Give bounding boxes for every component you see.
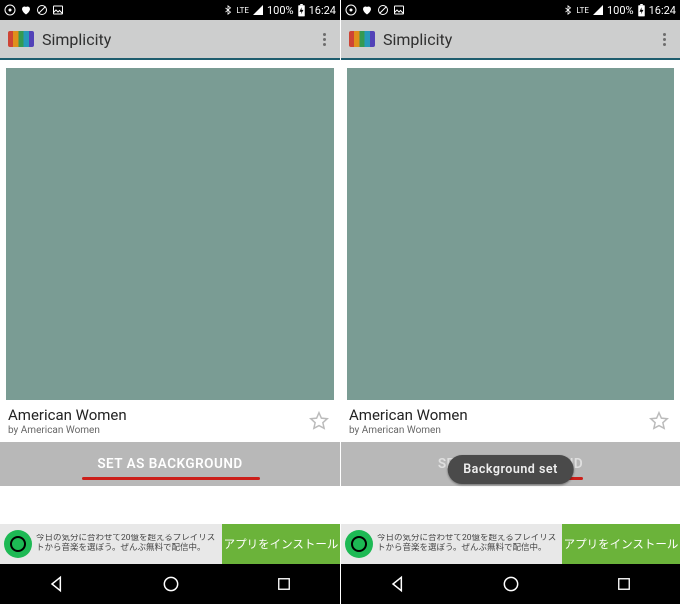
star-outline-icon[interactable] bbox=[648, 410, 670, 432]
status-bar: LTE 100% 16:24 bbox=[0, 0, 340, 20]
set-background-button[interactable]: SET AS BACKGROUND bbox=[0, 442, 340, 486]
lte-label: LTE bbox=[576, 6, 589, 15]
ad-install-button[interactable]: アプリをインストール bbox=[562, 524, 680, 564]
lte-label: LTE bbox=[236, 6, 249, 15]
clock: 16:24 bbox=[309, 4, 336, 17]
no-sign-icon bbox=[377, 4, 389, 16]
wallpaper-title: American Women bbox=[349, 406, 648, 424]
set-background-button[interactable]: SET AS BACKGROUND Background set bbox=[341, 442, 680, 486]
annotation-underline bbox=[82, 477, 260, 480]
spotify-icon bbox=[4, 530, 32, 558]
circle-dot-icon bbox=[4, 4, 16, 16]
ad-text: 今日の気分に合わせて20億を超えるプレイリストから音楽を選ぼう。ぜんぶ無料で配信… bbox=[36, 534, 218, 554]
app-bar: Simplicity bbox=[0, 20, 340, 60]
clock: 16:24 bbox=[649, 4, 676, 17]
signal-icon bbox=[592, 4, 604, 16]
app-logo-icon bbox=[349, 31, 375, 47]
nav-back-icon[interactable] bbox=[47, 574, 67, 594]
set-background-label: SET AS BACKGROUND bbox=[97, 456, 242, 472]
app-bar: Simplicity bbox=[341, 20, 680, 60]
app-title: Simplicity bbox=[383, 30, 452, 49]
heart-icon bbox=[361, 4, 373, 16]
circle-dot-icon bbox=[345, 4, 357, 16]
battery-pct: 100% bbox=[267, 4, 294, 17]
wallpaper-byline: by American Women bbox=[349, 425, 648, 436]
ad-banner[interactable]: 今日の気分に合わせて20億を超えるプレイリストから音楽を選ぼう。ぜんぶ無料で配信… bbox=[0, 524, 340, 564]
heart-icon bbox=[20, 4, 32, 16]
screenshot-left: LTE 100% 16:24 Simplicity American Women… bbox=[0, 0, 340, 604]
nav-bar bbox=[341, 564, 680, 604]
nav-recent-icon[interactable] bbox=[275, 575, 293, 593]
wallpaper-title: American Women bbox=[8, 406, 308, 424]
bluetooth-icon bbox=[223, 4, 233, 16]
more-vert-icon[interactable] bbox=[657, 27, 672, 52]
app-logo-icon bbox=[8, 31, 34, 47]
toast-message: Background set bbox=[447, 455, 574, 484]
signal-icon bbox=[252, 4, 264, 16]
wallpaper-byline: by American Women bbox=[8, 425, 308, 436]
more-vert-icon[interactable] bbox=[317, 27, 332, 52]
spotify-icon bbox=[345, 530, 373, 558]
nav-home-icon[interactable] bbox=[161, 574, 181, 594]
wallpaper-preview[interactable] bbox=[6, 68, 334, 400]
star-outline-icon[interactable] bbox=[308, 410, 330, 432]
bluetooth-icon bbox=[563, 4, 573, 16]
wallpaper-meta: American Women by American Women bbox=[0, 400, 340, 442]
wallpaper-preview[interactable] bbox=[347, 68, 674, 400]
ad-banner[interactable]: 今日の気分に合わせて20億を超えるプレイリストから音楽を選ぼう。ぜんぶ無料で配信… bbox=[341, 524, 680, 564]
content-area: American Women by American Women SET AS … bbox=[341, 68, 680, 572]
picture-icon bbox=[52, 4, 64, 16]
battery-pct: 100% bbox=[607, 4, 634, 17]
wallpaper-meta: American Women by American Women bbox=[341, 400, 680, 442]
no-sign-icon bbox=[36, 4, 48, 16]
nav-bar bbox=[0, 564, 340, 604]
battery-icon bbox=[297, 4, 306, 17]
app-title: Simplicity bbox=[42, 30, 111, 49]
nav-back-icon[interactable] bbox=[388, 574, 408, 594]
content-area: American Women by American Women SET AS … bbox=[0, 68, 340, 572]
nav-home-icon[interactable] bbox=[501, 574, 521, 594]
picture-icon bbox=[393, 4, 405, 16]
screenshot-right: LTE 100% 16:24 Simplicity American Women… bbox=[340, 0, 680, 604]
battery-icon bbox=[637, 4, 646, 17]
ad-install-button[interactable]: アプリをインストール bbox=[222, 524, 340, 564]
ad-text: 今日の気分に合わせて20億を超えるプレイリストから音楽を選ぼう。ぜんぶ無料で配信… bbox=[377, 534, 558, 554]
status-bar: LTE 100% 16:24 bbox=[341, 0, 680, 20]
nav-recent-icon[interactable] bbox=[615, 575, 633, 593]
